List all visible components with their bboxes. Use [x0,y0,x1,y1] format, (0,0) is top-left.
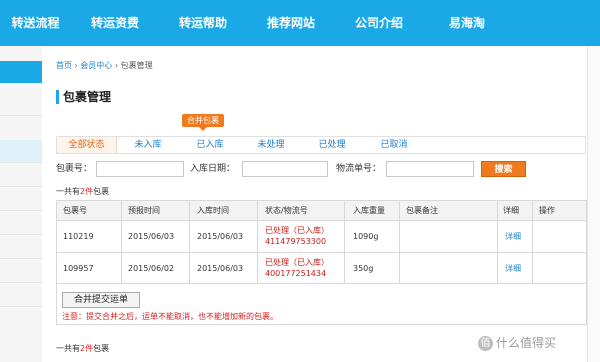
nav-item-yihaitao[interactable]: 易海淘 [423,0,511,46]
merge-warning-note: 注意：提交合并之后，运单不能取消，也不能增加新的包裹。 [62,312,278,321]
column-header: 预报时间 [128,206,160,215]
nav-item-help[interactable]: 转运帮助 [159,0,247,46]
merge-package-tag[interactable]: 合并包裹 [182,114,224,131]
nav-item-about[interactable]: 公司介绍 [335,0,423,46]
sidebar-active-item[interactable] [0,61,42,83]
breadcrumb-separator: › [114,61,119,70]
tab-cancelled[interactable]: 已取消 [363,137,425,153]
right-border-strip [587,46,600,362]
tracking-no-cell: 411479753300 [265,237,327,246]
nav-item-fees[interactable]: 转运资费 [71,0,159,46]
tab-unprocessed[interactable]: 未处理 [241,137,301,153]
sidebar-item[interactable] [0,284,42,307]
top-nav: 转送流程 转运资费 转运帮助 推荐网站 公司介绍 易海淘 [0,0,600,46]
sidebar-item[interactable] [0,93,42,116]
status-tabs: 全部状态 未入库 已入库 未处理 已处理 已取消 [56,136,586,154]
in-date-input[interactable] [242,161,328,177]
tab-processed[interactable]: 已处理 [301,137,363,153]
column-header: 包裹号 [63,206,87,215]
package-no-cell: 109957 [63,264,94,273]
in-time-cell: 2015/06/03 [197,264,244,273]
forecast-time-cell: 2015/06/02 [128,264,175,273]
weight-cell: 350g [353,264,374,273]
logistics-no-input[interactable] [386,161,474,177]
package-no-input[interactable] [96,161,184,177]
package-no-cell: 110219 [63,232,94,241]
package-count-bottom: 一共有2件包裹 [56,344,110,353]
nav-item-process[interactable]: 转送流程 [0,0,71,46]
merge-submit-button[interactable]: 合并提交运单 [62,292,140,308]
sidebar-item[interactable] [0,188,42,211]
breadcrumb: 首页 › 会员中心 › 包裹管理 [56,60,153,71]
site-watermark: 值什么值得买 [478,334,556,351]
logistics-no-label: 物流单号： [336,164,382,174]
sidebar-item[interactable] [0,212,42,235]
merge-package-label: 合并包裹 [187,116,219,125]
in-time-cell: 2015/06/03 [197,232,244,241]
row-divider [57,283,586,284]
detail-link[interactable]: 详细 [505,231,521,243]
nav-item-sites[interactable]: 推荐网站 [247,0,335,46]
breadcrumb-home[interactable]: 首页 [56,61,72,70]
sidebar [0,46,42,362]
column-header: 详细 [503,206,519,215]
column-divider [189,201,190,283]
column-divider [532,201,533,283]
tag-arrow-icon [199,127,207,131]
detail-link[interactable]: 详细 [505,263,521,275]
in-date-label: 入库日期： [190,164,236,174]
tab-all-status[interactable]: 全部状态 [57,137,117,153]
column-divider [344,201,345,283]
sidebar-item[interactable] [0,164,42,187]
column-header: 入库时间 [197,206,229,215]
column-header: 入库重量 [353,206,385,215]
column-header: 操作 [539,206,555,215]
sidebar-item[interactable] [0,140,42,163]
column-header: 状态/物流号 [265,206,308,215]
package-no-label: 包裹号： [56,164,93,174]
tab-received[interactable]: 已入库 [179,137,241,153]
breadcrumb-separator: › [74,61,78,70]
row-divider [57,252,586,253]
sidebar-item[interactable] [0,236,42,259]
column-header: 包裹备注 [406,206,438,215]
page-title: 包裹管理 [56,90,111,104]
column-divider [497,201,498,283]
package-count: 一共有2件包裹 [56,187,110,196]
sidebar-item[interactable] [0,260,42,283]
column-divider [399,201,400,283]
watermark-text: 什么值得买 [496,336,557,350]
breadcrumb-member-center[interactable]: 会员中心 [80,61,112,70]
breadcrumb-current: 包裹管理 [120,61,153,70]
tab-not-received[interactable]: 未入库 [117,137,179,153]
forecast-time-cell: 2015/06/03 [128,232,175,241]
weight-cell: 1090g [353,232,379,241]
column-divider [257,201,258,283]
column-divider [121,201,122,283]
zhi-logo-icon: 值 [478,336,493,351]
tracking-no-cell: 400177251434 [265,269,327,278]
search-button[interactable]: 搜索 [481,161,526,177]
